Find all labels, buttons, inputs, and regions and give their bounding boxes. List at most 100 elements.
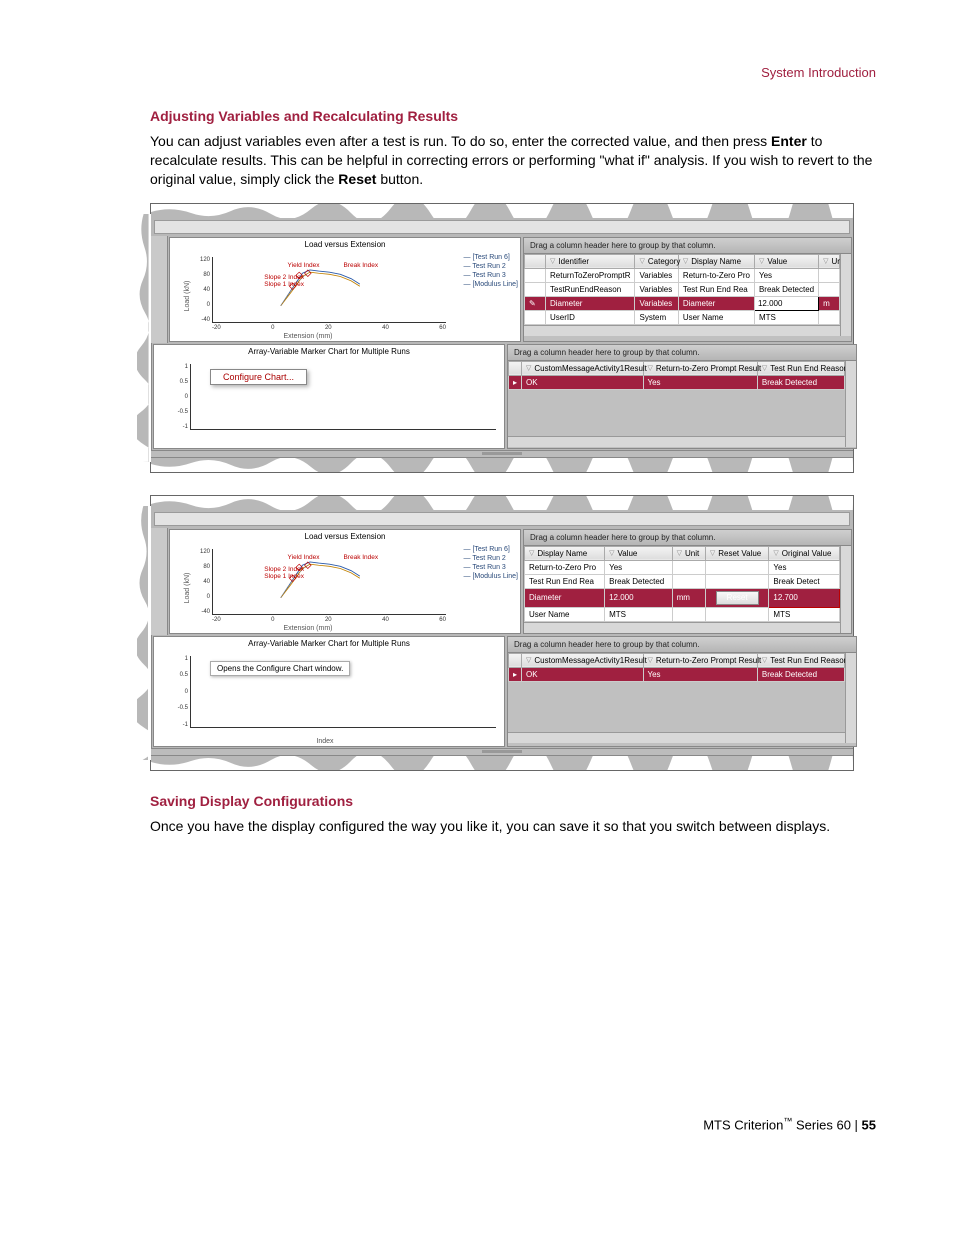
para-saving: Once you have the display configured the… [150,817,876,836]
table-header-row[interactable]: ▽CustomMessageActivity1Result ▽Return-to… [509,361,845,375]
table-row-selected[interactable]: ▸OKYesBreak Detected [509,667,845,681]
chart-legend: [Test Run 6] Test Run 2 Test Run 3 [Modu… [464,545,518,581]
filter-icon[interactable]: ▽ [823,257,828,265]
table-row-selected[interactable]: ✎DiameterVariablesDiameter12.000m [525,296,840,310]
chart-panel-marker: Array-Variable Marker Chart for Multiple… [153,344,505,449]
grid-vscroll[interactable] [840,254,851,336]
x-axis-label: Index [154,738,496,745]
group-by-hint[interactable]: Drag a column header here to group by th… [524,238,851,254]
variables-table[interactable]: ▽Identifier ▽Category ▽Display Name ▽Val… [524,254,840,325]
heading-adjusting: Adjusting Variables and Recalculating Re… [150,108,876,124]
y-ticks: 1 0.5 0 -0.5 -1 [170,656,188,728]
tool-rail[interactable] [151,528,168,635]
table-header-row[interactable]: ▽CustomMessageActivity1Result ▽Return-to… [509,653,845,667]
tool-rail[interactable] [151,343,152,450]
annot-break: Break Index [343,262,378,269]
table-row[interactable]: UserIDSystemUser NameMTS [525,310,840,324]
filter-icon[interactable]: ▽ [550,257,555,265]
torn-edge-left [137,214,151,462]
horizontal-scrollbar[interactable] [154,220,850,234]
annot-break: Break Index [343,554,378,561]
splitter[interactable] [151,450,853,458]
tool-rail[interactable] [151,236,168,343]
text: button. [376,171,423,187]
table-row-selected[interactable]: ▸OKYesBreak Detected [509,375,845,389]
horizontal-scrollbar[interactable] [154,512,850,526]
chart-legend: [Test Run 6] Test Run 2 Test Run 3 [Modu… [464,253,518,289]
para-adjusting: You can adjust variables even after a te… [150,132,876,189]
table-row[interactable]: User NameMTSMTS [525,607,840,621]
results-table[interactable]: ▽CustomMessageActivity1Result ▽Return-to… [508,361,845,390]
annot-yield: Yield Index [288,554,320,561]
x-ticks: -200204060 [212,325,446,331]
chart-title: Array-Variable Marker Chart for Multiple… [154,637,504,650]
chart-title: Load versus Extension [170,238,520,251]
y-ticks: 1 0.5 0 -0.5 -1 [170,364,188,430]
table-row[interactable]: TestRunEndReasonVariablesTest Run End Re… [525,282,840,296]
configure-chart-menu-item[interactable]: Configure Chart... [210,369,307,385]
group-by-hint[interactable]: Drag a column header here to group by th… [524,530,851,546]
filter-icon[interactable]: ▽ [759,257,764,265]
table-row[interactable]: Return-to-Zero ProYesYes [525,560,840,574]
table-header-row[interactable]: ▽Identifier ▽Category ▽Display Name ▽Val… [525,254,840,268]
heading-saving: Saving Display Configurations [150,793,876,809]
results-table[interactable]: ▽CustomMessageActivity1Result ▽Return-to… [508,653,845,682]
chart-panel-load-extension: Load versus Extension Load (kN) 120 80 4… [169,529,521,634]
annot-slope1: Slope 1 Index [264,573,304,580]
value-edit-cell[interactable]: 12.000 [754,296,818,310]
torn-edge-left [137,506,151,760]
screenshot-2: Load versus Extension Load (kN) 120 80 4… [150,495,854,771]
splitter[interactable] [151,748,853,756]
torn-edge-top [151,204,853,218]
variables-grid-panel: Drag a column header here to group by th… [523,237,852,342]
y-ticks: 120 80 40 0 -40 [192,549,210,615]
annot-slope2: Slope 2 Index [264,566,304,573]
chart-panel-marker: Array-Variable Marker Chart for Multiple… [153,636,505,747]
x-axis-label: Extension (mm) [170,333,446,340]
grid-vscroll[interactable] [845,653,856,743]
chart-panel-load-extension: Load versus Extension Load (kN) 120 80 4… [169,237,521,342]
torn-edge-bottom [151,756,853,770]
chart-title: Load versus Extension [170,530,520,543]
configure-chart-tooltip: Opens the Configure Chart window. [210,661,350,676]
screenshot-1: Load versus Extension Load (kN) 120 80 4… [150,203,854,473]
grid-hscroll[interactable] [524,622,840,633]
variables-table[interactable]: ▽Display Name ▽Value ▽Unit ▽Reset Value … [524,546,840,622]
table-header-row[interactable]: ▽Display Name ▽Value ▽Unit ▽Reset Value … [525,546,840,560]
page-footer: MTS Criterion™ Series 60 | 55 [150,1116,876,1132]
annot-yield: Yield Index [288,262,320,269]
tool-rail[interactable] [151,635,152,748]
reset-button[interactable]: Reset [716,591,759,605]
grid-hscroll[interactable] [508,436,845,447]
plot-area[interactable]: Yield Index Break Index Slope 2 Index Sl… [212,549,446,615]
text: You can adjust variables even after a te… [150,133,771,149]
variables-grid-panel: Drag a column header here to group by th… [523,529,852,634]
table-row-selected[interactable]: Diameter 12.000 mm Reset 12.700 [525,588,840,607]
filter-icon[interactable]: ▽ [639,257,644,265]
y-ticks: 120 80 40 0 -40 [192,257,210,323]
kbd-enter: Enter [771,133,807,149]
plot-area[interactable]: Yield Index Break Index Slope 2 Index Sl… [212,257,446,323]
x-axis-label: Extension (mm) [170,625,446,632]
torn-edge-top [151,496,853,510]
grid-hscroll[interactable] [524,325,840,336]
section-header: System Introduction [150,65,876,80]
reset-ref: Reset [338,171,376,187]
x-ticks: -200204060 [212,617,446,623]
annot-slope1: Slope 1 Index [264,281,304,288]
y-axis-label: Load (kN) [184,280,191,311]
table-row[interactable]: ReturnToZeroPromptRVariablesReturn-to-Ze… [525,268,840,282]
group-by-hint[interactable]: Drag a column header here to group by th… [508,637,856,653]
y-axis-label: Load (kN) [184,572,191,603]
grid-vscroll[interactable] [845,361,856,447]
chart-title: Array-Variable Marker Chart for Multiple… [154,345,504,358]
torn-edge-bottom [151,458,853,472]
grid-hscroll[interactable] [508,732,845,743]
grid-vscroll[interactable] [840,546,851,633]
filter-icon[interactable]: ▽ [683,257,688,265]
table-row[interactable]: Test Run End ReaBreak DetectedBreak Dete… [525,574,840,588]
results-grid-panel: Drag a column header here to group by th… [507,636,857,747]
annot-slope2: Slope 2 Index [264,274,304,281]
row-edit-icon: ✎ [525,296,546,310]
group-by-hint[interactable]: Drag a column header here to group by th… [508,345,856,361]
